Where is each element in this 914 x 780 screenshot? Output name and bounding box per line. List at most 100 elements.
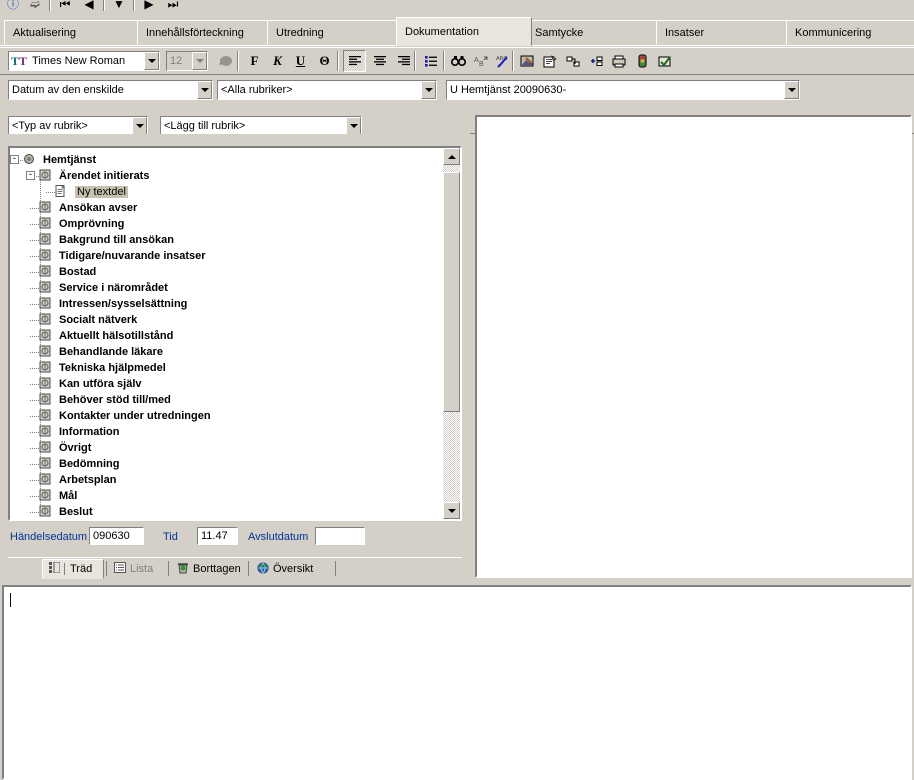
strikethrough-button[interactable]: Θ	[313, 50, 336, 72]
align-left-button[interactable]	[343, 50, 366, 72]
tab-kommunicering[interactable]: Kommunicering	[786, 20, 914, 45]
tree-node[interactable]: Beslut	[10, 504, 443, 519]
tree-node-label: Service i närområdet	[59, 282, 168, 294]
tab-samtycke[interactable]: Samtycke	[526, 20, 657, 45]
heading-type-dropdown-arrow[interactable]	[132, 117, 147, 135]
view-tab-trad[interactable]: Träd	[42, 559, 104, 579]
tree-nodes-container: - Hemtjänst - Ärendet initierats Ny textdel A…	[10, 148, 443, 519]
heading-node-icon	[39, 441, 52, 454]
tree-node[interactable]: Socialt nätverk	[10, 312, 443, 328]
approve-icon[interactable]	[654, 50, 677, 72]
tree-vertical-scrollbar[interactable]	[443, 148, 460, 519]
tree-node[interactable]: Service i närområdet	[10, 280, 443, 296]
find-binoculars-icon[interactable]	[447, 50, 470, 72]
heading-node-icon	[39, 393, 52, 406]
view-tab-lista[interactable]: Lista	[108, 559, 166, 579]
event-date-value: 090630	[93, 530, 130, 542]
dropdown-list-icon[interactable]: ▼	[110, 0, 128, 13]
tree-node[interactable]: Bostad	[10, 264, 443, 280]
tree-node-label: Omprövning	[59, 218, 125, 230]
bold-button[interactable]: F	[243, 50, 266, 72]
tree-node[interactable]: Ny textdel	[10, 184, 443, 200]
previous-record-icon[interactable]: ◀	[80, 0, 98, 13]
tree-node[interactable]: - Ärendet initierats	[10, 168, 443, 184]
tree-node[interactable]: - Hemtjänst	[10, 152, 443, 168]
structure-icon[interactable]	[562, 50, 585, 72]
properties-icon[interactable]	[539, 50, 562, 72]
add-heading-select[interactable]: <Lägg till rubrik>	[160, 116, 362, 136]
insert-image-icon[interactable]	[516, 50, 539, 72]
document-select[interactable]: U Hemtjänst 20090630-	[446, 80, 800, 100]
tab-innehallsforteckning[interactable]: Innehållsförteckning	[137, 20, 268, 45]
heading-filter-dropdown-arrow[interactable]	[421, 81, 436, 99]
font-size-select[interactable]: 12	[166, 51, 208, 71]
document-structure-panel: - Hemtjänst - Ärendet initierats Ny textdel A…	[0, 134, 470, 581]
tree-node[interactable]: Tidigare/nuvarande insatser	[10, 248, 443, 264]
document-preview-area[interactable]	[475, 115, 912, 578]
tree-node[interactable]: Övrigt	[10, 440, 443, 456]
tree-node[interactable]: Tekniska hjälpmedel	[10, 360, 443, 376]
tree-node[interactable]: Behandlande läkare	[10, 344, 443, 360]
font-family-value: Times New Roman	[32, 55, 126, 67]
tree-node[interactable]: Aktuellt hälsotillstånd	[10, 328, 443, 344]
heading-filter-select[interactable]: <Alla rubriker>	[217, 80, 437, 100]
end-date-input[interactable]	[315, 527, 365, 545]
event-date-input[interactable]: 090630	[89, 527, 144, 545]
underline-button[interactable]: U	[289, 50, 312, 72]
tree-node[interactable]: Omprövning	[10, 216, 443, 232]
font-family-dropdown-arrow[interactable]	[144, 52, 159, 70]
font-size-dropdown-arrow[interactable]	[192, 52, 207, 70]
tree-expander-collapse[interactable]: -	[10, 155, 19, 164]
traffic-light-icon[interactable]	[631, 50, 654, 72]
tree-node[interactable]: Behöver stöd till/med	[10, 392, 443, 408]
tree-node[interactable]: Bakgrund till ansökan	[10, 232, 443, 248]
tab-dokumentation[interactable]: Dokumentation	[396, 17, 532, 46]
tree-node[interactable]: Kontakter under utredningen	[10, 408, 443, 424]
tab-utredning[interactable]: Utredning	[267, 20, 397, 45]
last-record-icon[interactable]: ⏭	[164, 0, 182, 13]
scroll-up-button[interactable]	[443, 148, 460, 165]
italic-button[interactable]: K	[266, 50, 289, 72]
tree-icon	[49, 561, 61, 576]
tab-insatser[interactable]: Insatser	[656, 20, 787, 45]
align-right-button[interactable]	[392, 50, 415, 72]
font-family-select[interactable]: TT Times New Roman	[8, 51, 160, 71]
help-icon[interactable]: ⓘ	[4, 0, 22, 13]
heading-type-select[interactable]: <Typ av rubrik>	[8, 116, 148, 136]
tab-label: Innehållsförteckning	[146, 26, 244, 39]
tree-node[interactable]: Intressen/sysselsättning	[10, 296, 443, 312]
tree-node[interactable]: Information	[10, 424, 443, 440]
tab-aktualisering[interactable]: Aktualisering	[4, 20, 141, 45]
tree-node[interactable]: Arbetsplan	[10, 472, 443, 488]
time-input[interactable]: 11.47	[197, 527, 238, 545]
text-editor-input[interactable]	[2, 585, 912, 780]
tree-node[interactable]: Mål	[10, 488, 443, 504]
add-heading-dropdown-arrow[interactable]	[346, 117, 361, 135]
tree-node[interactable]: Bedömning	[10, 456, 443, 472]
document-tree[interactable]: - Hemtjänst - Ärendet initierats Ny textdel A…	[8, 146, 462, 521]
tree-node-label: Beslut	[59, 506, 93, 518]
document-dropdown-arrow[interactable]	[784, 81, 799, 99]
print-preview-icon[interactable]	[608, 50, 631, 72]
align-center-button[interactable]	[368, 50, 391, 72]
tree-expander-collapse[interactable]: -	[26, 171, 35, 180]
view-tab-label: Träd	[64, 563, 92, 575]
scroll-down-button[interactable]	[443, 502, 460, 519]
tree-node-label: Övrigt	[59, 442, 92, 454]
text-color-icon[interactable]	[214, 50, 237, 72]
first-record-icon[interactable]: ⏮	[56, 0, 74, 13]
tree-node[interactable]: Ansökan avser	[10, 200, 443, 216]
list-icon	[114, 562, 126, 576]
date-type-dropdown-arrow[interactable]	[197, 81, 212, 99]
context-help-icon[interactable]: ➫	[26, 0, 44, 13]
bullet-list-button[interactable]	[419, 50, 442, 72]
add-node-icon[interactable]	[585, 50, 608, 72]
view-tab-oversikt[interactable]: Översikt	[251, 559, 331, 579]
view-tab-borttagen[interactable]: Borttagen	[171, 559, 263, 579]
date-type-select[interactable]: Datum av den enskilde	[8, 80, 213, 100]
sort-az-icon[interactable]: AB	[470, 50, 493, 72]
tree-node[interactable]: Kan utföra själv	[10, 376, 443, 392]
next-record-icon[interactable]: ▶	[140, 0, 158, 13]
scroll-thumb[interactable]	[443, 172, 460, 412]
time-label: Tid	[163, 531, 178, 543]
